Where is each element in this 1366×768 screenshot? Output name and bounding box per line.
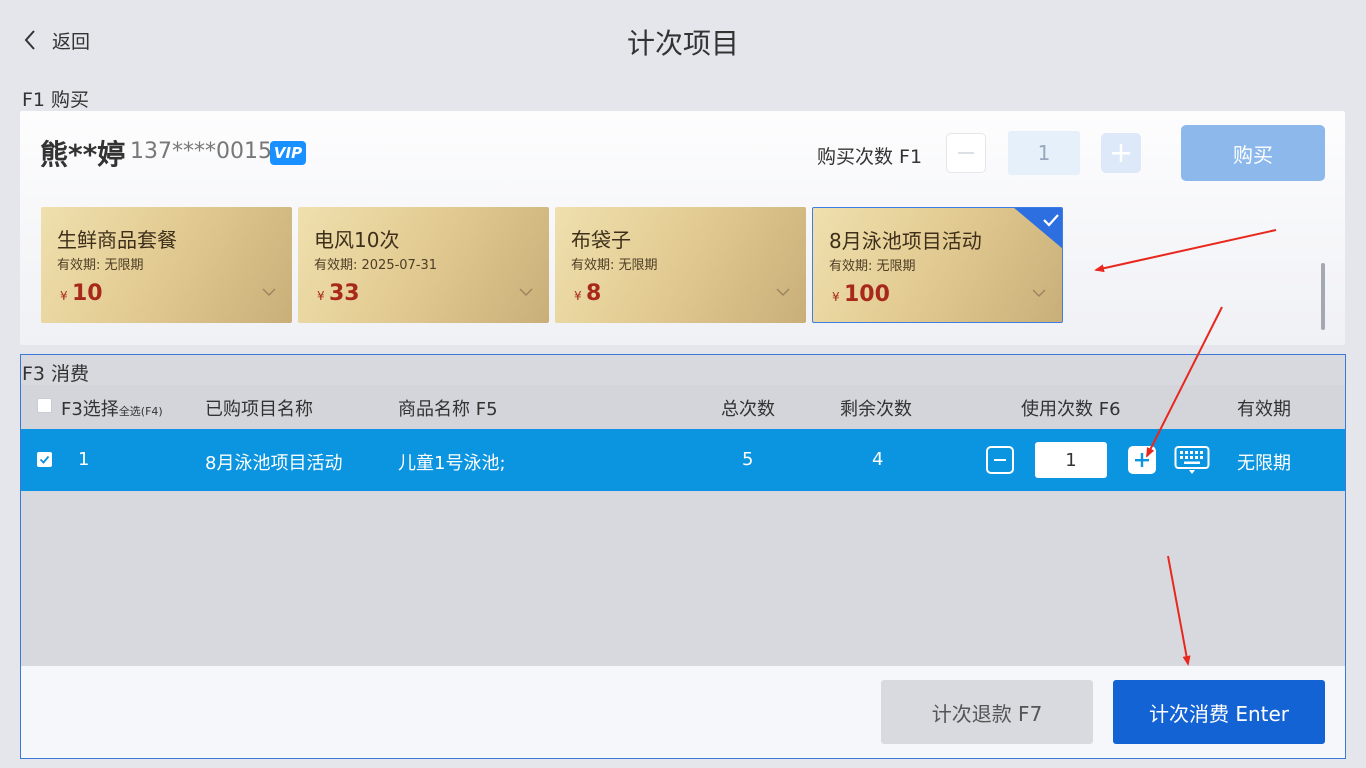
purchase-decrease-button[interactable] — [946, 133, 986, 173]
chevron-down-icon[interactable] — [776, 287, 790, 297]
column-select: F3选择全选(F4) — [61, 399, 163, 420]
package-price: 100 — [844, 282, 890, 307]
column-use-count: 使用次数 F6 — [1021, 399, 1121, 420]
package-card[interactable]: 生鲜商品套餐 有效期: 无限期 ¥ 10 — [41, 207, 292, 323]
use-count-decrease-button[interactable] — [986, 446, 1014, 474]
package-price: 8 — [586, 281, 602, 306]
package-validity: 有效期: 无限期 — [571, 258, 658, 273]
page-title: 计次项目 — [626, 27, 739, 60]
row-checkbox[interactable] — [37, 452, 52, 467]
checkmark-icon — [39, 455, 50, 464]
package-card[interactable]: 电风10次 有效期: 2025-07-31 ¥ 33 — [298, 207, 549, 323]
package-name: 生鲜商品套餐 — [57, 228, 177, 252]
selected-check-icon — [1014, 208, 1062, 249]
package-price: 33 — [329, 281, 360, 306]
package-name: 8月泳池项目活动 — [829, 229, 982, 253]
package-price: 10 — [72, 281, 103, 306]
row-index: 1 — [78, 449, 90, 470]
package-validity: 有效期: 无限期 — [829, 259, 916, 274]
column-validity: 有效期 — [1237, 399, 1291, 420]
use-count-increase-button[interactable] — [1128, 446, 1156, 474]
chevron-down-icon[interactable] — [519, 287, 533, 297]
row-validity: 无限期 — [1237, 453, 1291, 474]
package-card[interactable]: 布袋子 有效期: 无限期 ¥ 8 — [555, 207, 806, 323]
column-product-name: 商品名称 F5 — [398, 399, 498, 420]
package-validity: 有效期: 无限期 — [57, 258, 144, 273]
minus-icon — [958, 152, 974, 154]
plus-icon — [1112, 144, 1130, 162]
select-all-checkbox[interactable] — [37, 398, 52, 413]
customer-phone: 137****0015 — [130, 139, 272, 164]
chevron-down-icon[interactable] — [262, 287, 276, 297]
row-product-name: 儿童1号泳池; — [398, 453, 506, 474]
vip-badge: VIP — [270, 141, 306, 165]
consume-section-label: F3 消费 — [22, 363, 90, 385]
currency-symbol: ¥ — [60, 289, 68, 303]
consume-button[interactable]: 计次消费 Enter — [1113, 680, 1325, 744]
plus-icon — [1135, 453, 1149, 467]
use-count-input[interactable]: 1 — [1035, 442, 1107, 478]
row-total: 5 — [742, 449, 754, 470]
cards-scrollbar[interactable] — [1321, 263, 1325, 330]
currency-symbol: ¥ — [574, 289, 582, 303]
currency-symbol: ¥ — [832, 290, 840, 304]
minus-icon — [994, 459, 1006, 461]
column-total: 总次数 — [721, 399, 775, 420]
package-name: 布袋子 — [571, 228, 631, 252]
customer-name: 熊**婷 — [40, 138, 126, 171]
purchase-section-label: F1 购买 — [22, 89, 90, 111]
package-name: 电风10次 — [314, 228, 400, 252]
select-all-hint: 全选(F4) — [118, 405, 163, 418]
purchase-quantity-label: 购买次数 F1 — [817, 146, 923, 168]
row-remaining: 4 — [872, 449, 884, 470]
row-item-name: 8月泳池项目活动 — [205, 453, 343, 474]
buy-button[interactable]: 购买 — [1181, 125, 1325, 181]
column-item-name: 已购项目名称 — [205, 399, 313, 420]
purchase-increase-button[interactable] — [1101, 133, 1141, 173]
currency-symbol: ¥ — [317, 289, 325, 303]
column-remaining: 剩余次数 — [840, 399, 912, 420]
chevron-down-icon[interactable] — [1032, 288, 1046, 298]
keyboard-icon[interactable] — [1174, 445, 1210, 475]
purchase-quantity-input[interactable]: 1 — [1008, 131, 1080, 175]
package-card-selected[interactable]: 8月泳池项目活动 有效期: 无限期 ¥ 100 — [812, 207, 1063, 323]
refund-button[interactable]: 计次退款 F7 — [881, 680, 1093, 744]
package-validity: 有效期: 2025-07-31 — [314, 258, 438, 273]
